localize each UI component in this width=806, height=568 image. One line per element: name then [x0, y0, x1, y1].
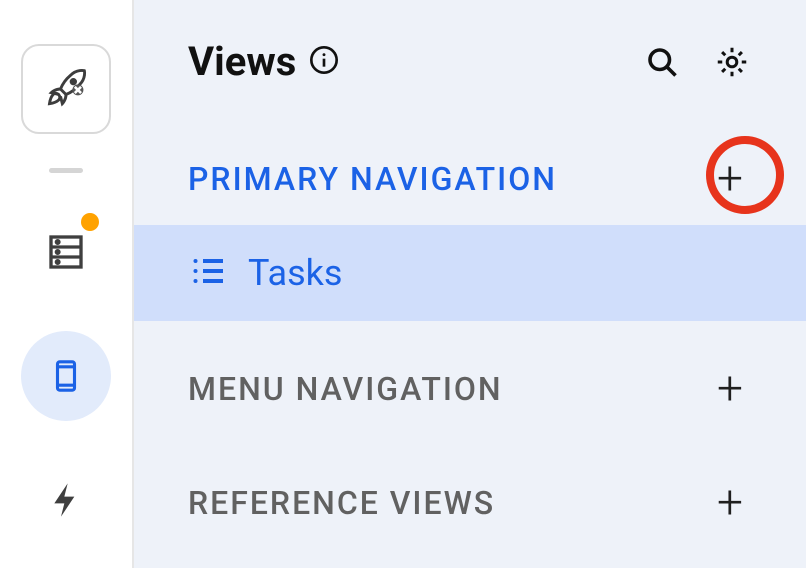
section-label: PRIMARY NAVIGATION [188, 160, 557, 198]
rail-item-views[interactable] [21, 331, 111, 421]
list-icon [188, 251, 248, 295]
gear-icon [714, 44, 750, 80]
rail-item-automation[interactable] [21, 455, 111, 545]
search-button[interactable] [642, 42, 682, 82]
info-icon[interactable] [308, 44, 340, 80]
add-menu-view-button[interactable]: + [708, 367, 752, 411]
lightning-icon [46, 480, 86, 520]
view-item-label: Tasks [248, 252, 342, 294]
device-icon [49, 359, 83, 393]
rocket-icon [44, 67, 88, 111]
view-item-tasks[interactable]: Tasks [134, 225, 806, 321]
add-primary-view-button[interactable]: + [708, 157, 752, 201]
section-reference-views: REFERENCE VIEWS + [134, 457, 806, 549]
left-rail [0, 0, 134, 568]
add-reference-view-button[interactable]: + [708, 481, 752, 525]
rail-item-data[interactable] [21, 207, 111, 297]
app-launch-button[interactable] [21, 44, 111, 134]
views-panel: Views PRIMARY NAVIGATION + [134, 0, 806, 568]
section-label: REFERENCE VIEWS [188, 484, 495, 522]
section-label: MENU NAVIGATION [188, 370, 503, 408]
panel-header: Views [134, 0, 806, 133]
rail-divider [49, 168, 83, 173]
notification-dot [81, 213, 99, 231]
data-icon [46, 232, 86, 272]
section-menu-navigation: MENU NAVIGATION + [134, 343, 806, 435]
settings-button[interactable] [712, 42, 752, 82]
section-primary-navigation: PRIMARY NAVIGATION + [134, 133, 806, 225]
search-icon [644, 44, 680, 80]
panel-title: Views [188, 38, 296, 85]
